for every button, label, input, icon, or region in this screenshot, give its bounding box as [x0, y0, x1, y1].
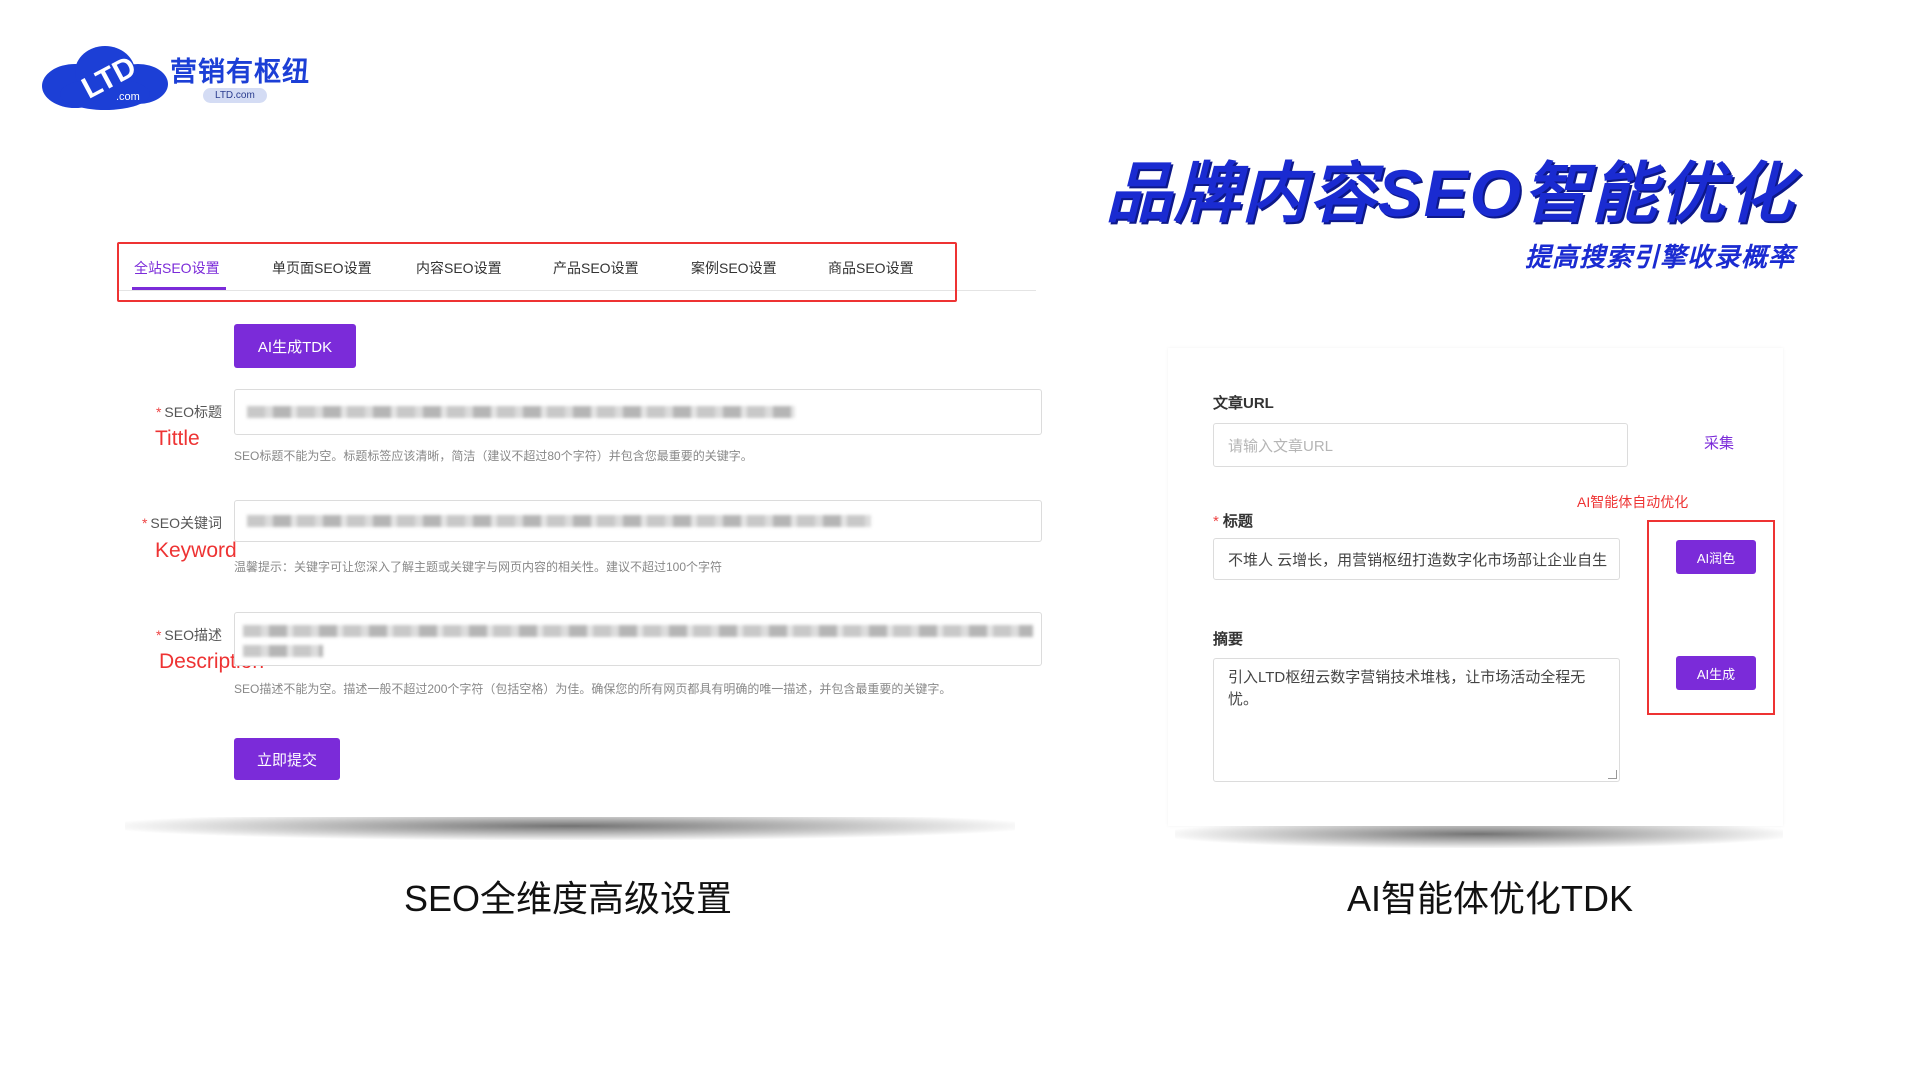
article-url-label: 文章URL [1213, 395, 1274, 412]
blurred-value [247, 515, 871, 527]
article-url-input[interactable]: 请输入文章URL [1213, 423, 1628, 467]
seo-title-label: * SEO标题 [155, 404, 222, 420]
brand-domain-badge: LTD.com [203, 88, 267, 103]
seo-title-input[interactable] [234, 389, 1042, 435]
summary-text: 引入LTD枢纽云数字营销技术堆栈，让市场活动全程无忧。 [1228, 669, 1586, 708]
blurred-value [247, 406, 795, 418]
right-caption: AI智能体优化TDK [1347, 878, 1634, 919]
seo-keyword-input[interactable] [234, 500, 1042, 542]
brand-logo: LTD .com 营销有枢纽 LTD.com [40, 42, 310, 122]
submit-button[interactable]: 立即提交 [234, 738, 340, 780]
left-caption: SEO全维度高级设置 [404, 878, 733, 919]
seo-keyword-hint: 温馨提示：关键字可让您深入了解主题或关键字与网页内容的相关性。建议不超过100个… [234, 560, 723, 574]
title-annotation: Tittle [155, 427, 200, 450]
seo-settings-panel: 全站SEO设置 单页面SEO设置 内容SEO设置 产品SEO设置 案例SEO设置… [110, 232, 1042, 817]
cloud-logo-icon: LTD .com [42, 46, 168, 110]
page-subheadline: 提高搜索引擎收录概率 [1524, 242, 1795, 272]
seo-description-input[interactable] [234, 612, 1042, 666]
logo-mark-sub: .com [116, 91, 140, 103]
ai-buttons-highlight-box [1647, 520, 1775, 715]
ai-auto-optimize-note: AI智能体自动优化 [1577, 494, 1689, 510]
blurred-value [243, 645, 323, 657]
seo-keyword-label: * SEO关键词 [141, 515, 222, 531]
title-label: * 标题 [1213, 513, 1253, 530]
resize-handle-icon[interactable] [1608, 770, 1617, 779]
summary-label: 摘要 [1213, 631, 1244, 648]
summary-textarea[interactable]: 引入LTD枢纽云数字营销技术堆栈，让市场活动全程无忧。 [1213, 658, 1620, 782]
seo-description-hint: SEO描述不能为空。描述一般不超过200个字符（包括空格）为佳。确保您的所有网页… [234, 682, 952, 696]
seo-description-label: * SEO描述 [155, 627, 222, 643]
blurred-value [243, 625, 1033, 637]
collect-link[interactable]: 采集 [1704, 432, 1734, 453]
brand-name: 营销有枢纽 [170, 57, 310, 87]
page-headline: 品牌内容SEO智能优化 [1105, 156, 1795, 230]
keyword-annotation: Keyword [155, 539, 237, 562]
tabs-highlight-box [117, 242, 957, 302]
seo-title-hint: SEO标题不能为空。标题标签应该清晰，简洁（建议不超过80个字符）并包含您最重要… [234, 449, 753, 463]
title-input[interactable]: 不堆人 云增长，用营销枢纽打造数字化市场部让企业自生 [1213, 538, 1620, 580]
ai-generate-tdk-button[interactable]: AI生成TDK [234, 324, 356, 368]
